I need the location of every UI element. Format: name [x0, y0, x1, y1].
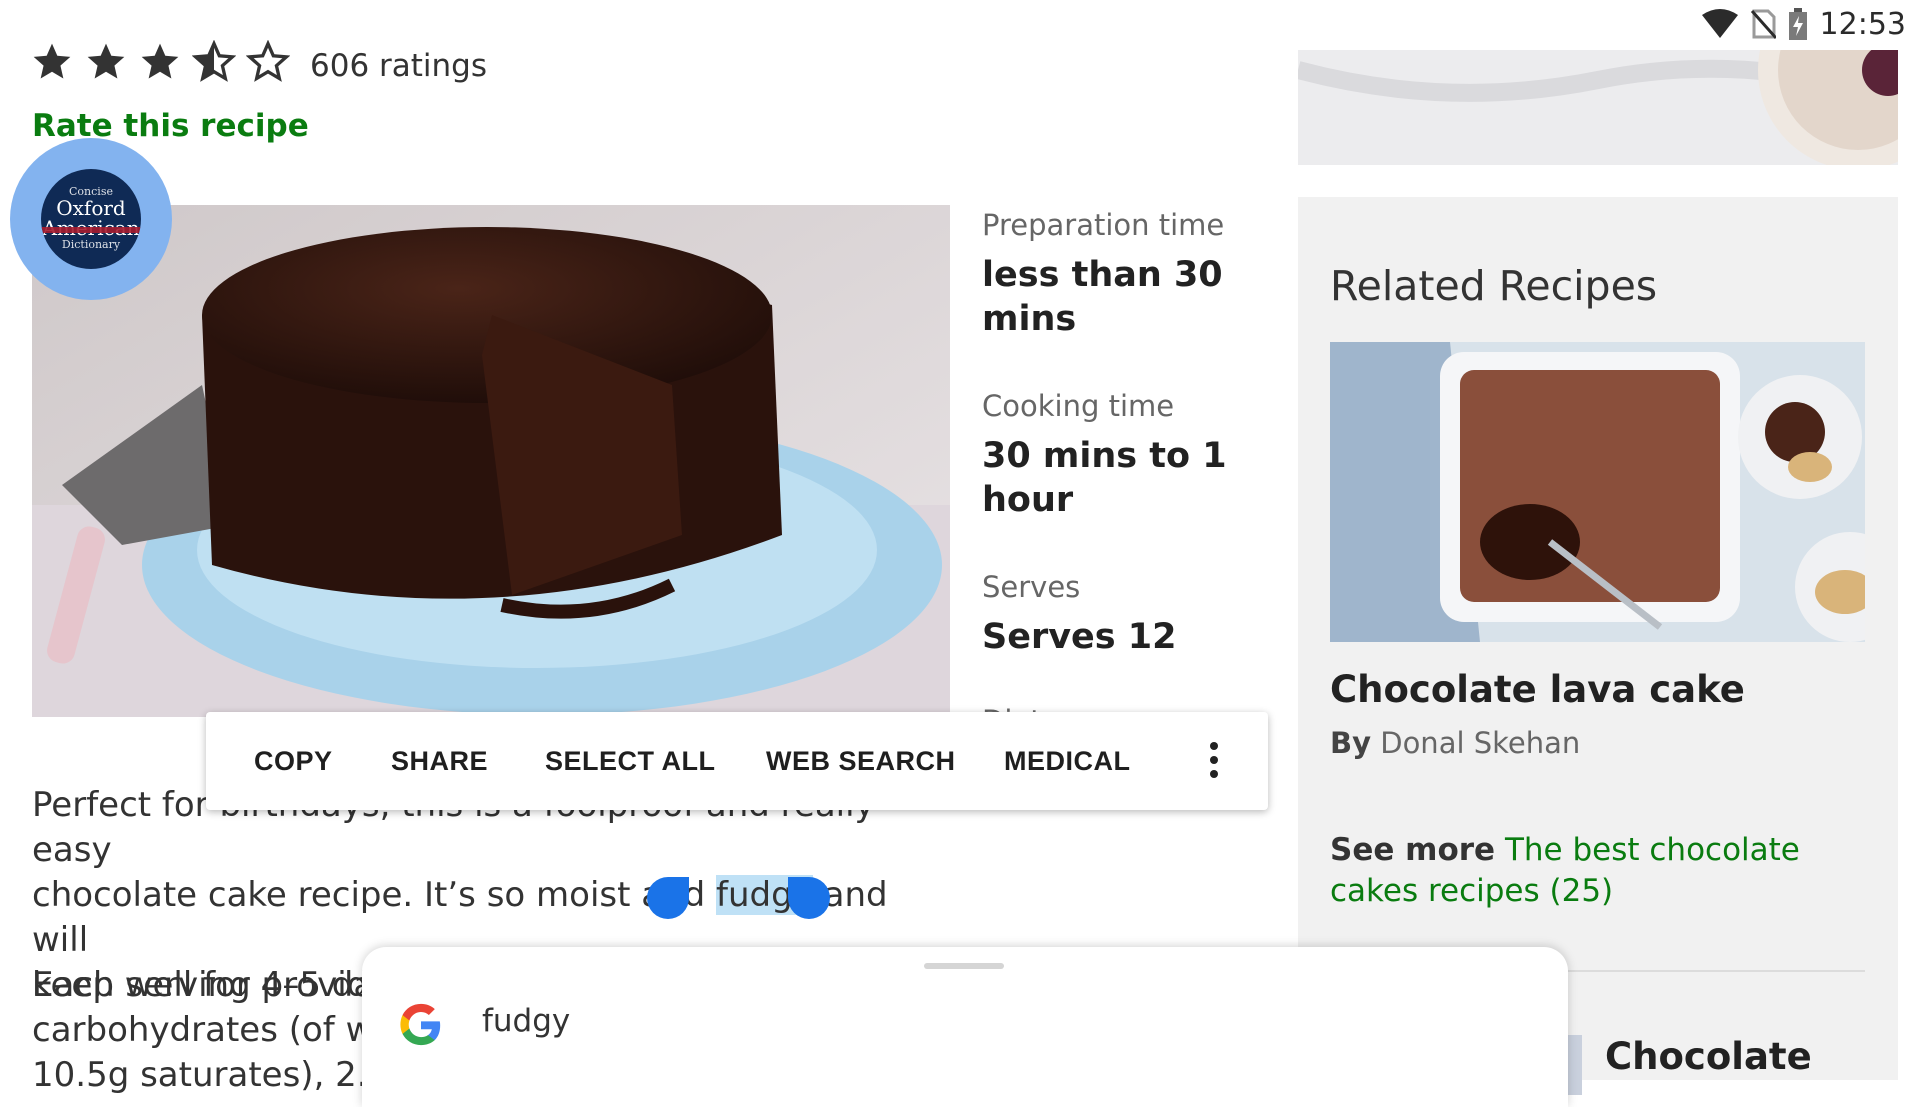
related-recipe-title[interactable]: Chocolate lava cake	[1330, 668, 1745, 711]
oxford-dictionary-bubble[interactable]: Concise Oxford American Dictionary	[10, 138, 172, 300]
share-button[interactable]: SHARE	[391, 712, 488, 810]
wifi-icon	[1701, 9, 1738, 38]
star-half-icon	[192, 40, 236, 82]
prep-time-label: Preparation time	[982, 208, 1225, 242]
medical-button[interactable]: MEDICAL	[1004, 712, 1131, 810]
cook-time-value: 30 mins to 1 hour	[982, 436, 1227, 520]
see-more: See more The best chocolate cakes recipe…	[1330, 832, 1800, 909]
copy-button[interactable]: COPY	[254, 712, 333, 810]
google-g-icon	[400, 1003, 441, 1046]
search-query: fudgy	[482, 1003, 571, 1039]
recipe-thumbnail-top[interactable]	[1298, 50, 1898, 165]
oxford-dictionary-logo: Concise Oxford American Dictionary	[41, 169, 141, 269]
recipe-image	[32, 205, 950, 717]
star-full-icon	[141, 43, 179, 79]
more-options-icon[interactable]	[1210, 742, 1218, 784]
sheet-drag-handle[interactable]	[924, 963, 1004, 969]
serves-label: Serves	[982, 570, 1081, 604]
related-recipes-heading: Related Recipes	[1330, 262, 1658, 310]
next-related-recipe-title[interactable]: Chocolate	[1605, 1035, 1812, 1078]
no-sim-icon	[1750, 9, 1776, 39]
lava-cake-image[interactable]	[1330, 342, 1865, 642]
star-full-icon	[33, 43, 71, 79]
star-empty-icon	[246, 40, 290, 82]
status-bar: 12:53	[1701, 6, 1906, 42]
prep-time-value: less than 30 mins	[982, 255, 1223, 339]
serves-value: Serves 12	[982, 617, 1177, 657]
clock: 12:53	[1819, 6, 1906, 42]
google-search-sheet[interactable]: fudgy	[362, 947, 1568, 1107]
web-search-button[interactable]: WEB SEARCH	[766, 712, 956, 810]
selection-start-handle[interactable]	[647, 877, 689, 919]
star-rating[interactable]	[30, 40, 290, 84]
related-recipe-author: By Donal Skehan	[1330, 726, 1581, 760]
rate-recipe-link[interactable]: Rate this recipe	[32, 108, 309, 144]
select-all-button[interactable]: SELECT ALL	[545, 712, 716, 810]
ratings-count: 606 ratings	[310, 48, 488, 84]
battery-charging-icon	[1788, 8, 1807, 40]
star-full-icon	[87, 43, 125, 79]
selection-end-handle[interactable]	[788, 877, 830, 919]
text-selection-menu: COPY SHARE SELECT ALL WEB SEARCH MEDICAL	[206, 712, 1268, 810]
cook-time-label: Cooking time	[982, 389, 1175, 423]
